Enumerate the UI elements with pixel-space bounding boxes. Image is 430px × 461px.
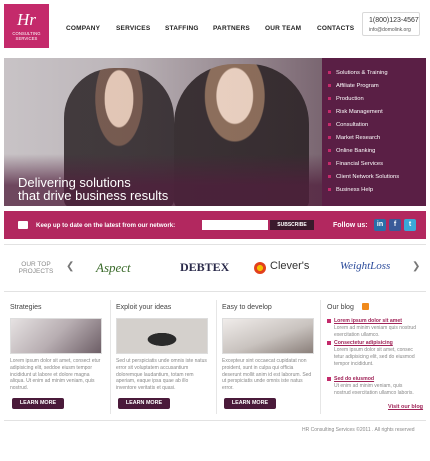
hero-menu-item[interactable]: Market Research (328, 135, 380, 141)
easy-develop-thumbnail (222, 318, 314, 354)
hero-banner: Delivering solutions that drive business… (4, 58, 426, 206)
projects-label: OUR TOP PROJECTS (18, 261, 54, 275)
project-logo-clevers[interactable]: Clever's (270, 260, 309, 272)
learn-more-button[interactable]: LEARN MORE (224, 398, 276, 409)
hero-menu-item[interactable]: Production (328, 96, 364, 102)
hero-menu-item[interactable]: Business Help (328, 187, 373, 193)
project-logo-weightloss[interactable]: WeightLoss (340, 260, 390, 272)
nav-contacts[interactable]: CONTACTS (317, 25, 354, 32)
blog-post-text: Lorem ipsum dolor sit amet, consec tetur… (334, 347, 415, 367)
column-title-strategies: Strategies (10, 304, 42, 311)
visit-blog-link[interactable]: Visit our blog (388, 404, 423, 410)
subscribe-bar: Keep up to date on the latest from our n… (4, 211, 426, 239)
bullet-icon (328, 96, 331, 100)
column-title-easy: Easy to develop (222, 304, 272, 311)
logo[interactable]: Hr CONSULTING SERVICES (4, 4, 49, 48)
column-text: Lorem ipsum dolor sit amet, consect etur… (10, 358, 101, 392)
hero-menu-item[interactable]: Client Network Solutions (328, 174, 399, 180)
bullet-icon (328, 161, 331, 165)
blog-post-text: Ut enim ad minim veniam, quis nostrud ex… (334, 383, 414, 396)
project-logo-aspect[interactable]: Aspect (96, 260, 131, 276)
column-title-exploit: Exploit your ideas (116, 304, 172, 311)
projects-strip: OUR TOP PROJECTS ❮ Aspect DEBTEX Clever'… (4, 244, 426, 292)
column-divider (320, 300, 321, 414)
column-text: Excepteur sint occaecat cupidatat non pr… (222, 358, 312, 392)
email-link[interactable]: info@domolink.org (369, 27, 411, 33)
bullet-icon (328, 83, 331, 87)
blog-post-heading[interactable]: Lorem ipsum dolor sit amet (326, 318, 402, 324)
facebook-icon[interactable]: f (389, 219, 401, 231)
logo-mark: Hr (17, 10, 36, 29)
bullet-icon (328, 70, 331, 74)
twitter-icon[interactable]: t (404, 219, 416, 231)
blog-post-heading[interactable]: Sed do eiusmod (326, 376, 374, 382)
linkedin-icon[interactable]: in (374, 219, 386, 231)
hero-heading-line2: that drive business results (18, 188, 169, 203)
learn-more-button[interactable]: LEARN MORE (12, 398, 64, 409)
contact-box: 1(800)123-4567 info@domolink.org (362, 12, 420, 36)
chevron-right-icon[interactable]: ❯ (412, 261, 420, 272)
exploit-thumbnail (116, 318, 208, 354)
clevers-logo-icon (254, 262, 266, 274)
chevron-left-icon[interactable]: ❮ (66, 261, 74, 272)
hero-menu-item[interactable]: Financial Services (328, 161, 383, 167)
mail-icon (18, 221, 28, 229)
blog-title: Our blog (327, 304, 354, 311)
hero-menu-item[interactable]: Risk Management (328, 109, 383, 115)
rss-icon[interactable] (362, 303, 369, 310)
nav-services[interactable]: SERVICES (116, 25, 150, 32)
hero-menu-item[interactable]: Online Banking (328, 148, 375, 154)
project-logo-debtex[interactable]: DEBTEX (180, 260, 229, 275)
nav-staffing[interactable]: STAFFING (165, 25, 199, 32)
footer-copyright: HR Consulting Services ©2011 . All right… (302, 427, 415, 433)
subscribe-input[interactable] (202, 220, 268, 230)
hero-menu-item[interactable]: Solutions & Training (328, 70, 388, 76)
bullet-icon (328, 135, 331, 139)
bullet-icon (328, 122, 331, 126)
nav-our-team[interactable]: OUR TEAM (265, 25, 301, 32)
blog-post-heading[interactable]: Consectetur adipisicing (327, 340, 393, 346)
bullet-icon (328, 109, 331, 113)
column-divider (216, 300, 217, 414)
bullet-icon (328, 187, 331, 191)
hero-side-menu: Solutions & Training Affiliate Program P… (322, 58, 426, 206)
logo-line2: SERVICES (15, 36, 38, 41)
subscribe-text: Keep up to date on the latest from our n… (36, 222, 176, 229)
subscribe-button[interactable]: SUBSCRIBE (270, 220, 314, 230)
footer-divider (4, 420, 426, 421)
learn-more-button[interactable]: LEARN MORE (118, 398, 170, 409)
bullet-icon (328, 148, 331, 152)
column-text: Sed ut perspiciatis unde omnis iste natu… (116, 358, 207, 392)
bullet-icon (328, 174, 331, 178)
blog-post-text: Lorem ad minim veniam quis nostrud exerc… (334, 325, 416, 338)
hero-menu-item[interactable]: Affiliate Program (328, 83, 379, 89)
phone-number: 1(800)123-4567 (369, 17, 419, 24)
nav-company[interactable]: COMPANY (66, 25, 100, 32)
column-divider (110, 300, 111, 414)
nav-partners[interactable]: PARTNERS (213, 25, 250, 32)
strategies-thumbnail (10, 318, 102, 354)
hero-menu-item[interactable]: Consultation (328, 122, 368, 128)
follow-us-label: Follow us: (333, 222, 368, 229)
